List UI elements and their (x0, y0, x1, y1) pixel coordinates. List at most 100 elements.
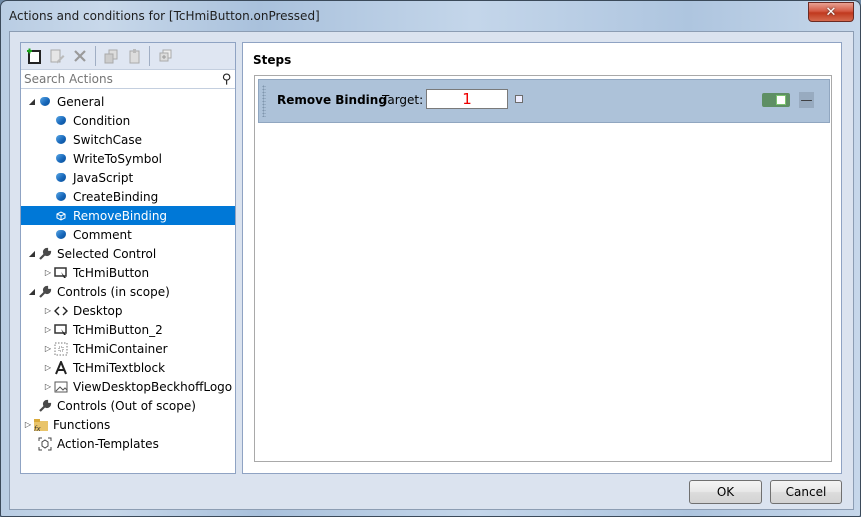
tree-item-tchmicontainer[interactable]: ▷ TcHmiContainer (21, 339, 235, 358)
tree-item-label: Comment (73, 227, 132, 242)
tree-item-label: Selected Control (57, 246, 157, 261)
tree-item-tchmibutton-2[interactable]: ▷ TcHmiButton_2 (21, 320, 235, 339)
delete-action-button[interactable] (70, 46, 90, 66)
expanded-arrow-icon[interactable]: ◢ (27, 97, 37, 106)
collapsed-arrow-icon[interactable]: ▷ (43, 382, 53, 391)
tree-item-label: General (57, 94, 105, 109)
tree-item-functions[interactable]: ▷ fx Functions (21, 415, 235, 434)
ok-button[interactable]: OK (689, 480, 762, 504)
tree-item-label: RemoveBinding (73, 208, 168, 223)
cube-icon (37, 94, 53, 110)
close-button[interactable]: ✕ (808, 2, 854, 22)
tree-item-label: SwitchCase (73, 132, 143, 147)
tree-item-controls-in-scope[interactable]: ◢ Controls (in scope) (21, 282, 235, 301)
tree-item-selected-control[interactable]: ◢ Selected Control (21, 244, 235, 263)
steps-list[interactable]: Remove Binding Target: 1 — (254, 75, 832, 462)
steps-panel: Steps Remove Binding Target: 1 — (242, 42, 842, 474)
minus-icon: — (800, 93, 813, 107)
cube-icon (53, 170, 69, 186)
target-input[interactable]: 1 (426, 89, 508, 109)
collapsed-arrow-icon[interactable]: ▷ (43, 363, 53, 372)
edit-action-icon (50, 49, 65, 64)
remove-step-button[interactable]: — (799, 92, 814, 108)
collapsed-arrow-icon[interactable]: ▷ (43, 344, 53, 353)
toolbar-separator (149, 46, 150, 66)
step-item[interactable]: Remove Binding Target: 1 — (258, 79, 830, 123)
tree-item-label: WriteToSymbol (73, 151, 163, 166)
image-icon (53, 379, 69, 395)
tree-item-javascript[interactable]: JavaScript (21, 168, 235, 187)
cube-icon (53, 189, 69, 205)
tree-item-label: JavaScript (73, 170, 134, 185)
tree-item-label: Condition (73, 113, 131, 128)
functions-folder-icon: fx (33, 417, 49, 433)
tree-item-action-templates[interactable]: Action-Templates (21, 434, 235, 453)
tree-item-writetosymbol[interactable]: WriteToSymbol (21, 149, 235, 168)
cube-icon (53, 208, 69, 224)
tree-item-label: TcHmiButton (73, 265, 150, 280)
tree-item-general[interactable]: ◢ General (21, 92, 235, 111)
tree-item-tchmitextblock[interactable]: ▷ TcHmiTextblock (21, 358, 235, 377)
title-bar[interactable]: Actions and conditions for [TcHmiButton.… (1, 1, 860, 31)
cube-icon (53, 132, 69, 148)
copy-button[interactable] (101, 46, 121, 66)
wrench-icon (37, 284, 53, 300)
tree-item-createbinding[interactable]: CreateBinding (21, 187, 235, 206)
tree-item-removebinding[interactable]: RemoveBinding (21, 206, 235, 225)
add-action-button[interactable] (24, 46, 44, 66)
tree-item-label: Functions (53, 417, 111, 432)
tree-item-label: Controls (in scope) (57, 284, 170, 299)
tree-item-comment[interactable]: Comment (21, 225, 235, 244)
toolbar-separator (95, 46, 96, 66)
container-icon (53, 341, 69, 357)
tree-item-tchmibutton[interactable]: ▷ TcHmiButton (21, 263, 235, 282)
edit-action-button[interactable] (47, 46, 67, 66)
copy-icon (104, 49, 118, 64)
search-bar: ⚲ (21, 70, 235, 89)
cancel-button[interactable]: Cancel (770, 480, 842, 504)
wrench-icon (37, 398, 53, 414)
step-enabled-toggle[interactable] (762, 93, 790, 107)
tree-item-controls-out-of-scope[interactable]: Controls (Out of scope) (21, 396, 235, 415)
button-control-icon (53, 322, 69, 338)
tree-item-label: TcHmiButton_2 (73, 322, 163, 337)
tree-item-label: Desktop (73, 303, 123, 318)
tree-item-label: CreateBinding (73, 189, 159, 204)
dialog-client: ⚲ ◢ General Condition SwitchCase WriteToSymb… (9, 31, 854, 510)
tree-item-viewdesktopbeckhofflogo[interactable]: ▷ ViewDesktopBeckhoffLogo (21, 377, 235, 396)
add-action-icon (27, 48, 41, 64)
collapsed-arrow-icon[interactable]: ▷ (23, 420, 33, 429)
tree-item-label: TcHmiTextblock (73, 360, 166, 375)
tree-item-desktop[interactable]: ▷ Desktop (21, 301, 235, 320)
dialog-window: Actions and conditions for [TcHmiButton.… (0, 0, 861, 517)
paste-icon (129, 49, 140, 64)
cube-icon (53, 113, 69, 129)
collapsed-arrow-icon[interactable]: ▷ (43, 306, 53, 315)
steps-title: Steps (253, 53, 292, 67)
code-icon (53, 303, 69, 319)
tree-item-condition[interactable]: Condition (21, 111, 235, 130)
search-input[interactable] (24, 72, 223, 86)
drag-handle[interactable] (262, 85, 266, 117)
close-icon: ✕ (825, 4, 837, 20)
duplicate-icon (159, 49, 172, 62)
window-title: Actions and conditions for [TcHmiButton.… (9, 9, 320, 23)
expanded-arrow-icon[interactable]: ◢ (27, 249, 37, 258)
tree-item-label: TcHmiContainer (73, 341, 168, 356)
cube-icon (53, 151, 69, 167)
actions-panel: ⚲ ◢ General Condition SwitchCase WriteToSymb… (20, 42, 236, 474)
search-icon[interactable]: ⚲ (222, 72, 232, 87)
delete-action-icon (74, 50, 86, 62)
tree-item-label: ViewDesktopBeckhoffLogo (73, 379, 233, 394)
collapsed-arrow-icon[interactable]: ▷ (43, 268, 53, 277)
paste-button[interactable] (124, 46, 144, 66)
collapsed-arrow-icon[interactable]: ▷ (43, 325, 53, 334)
target-option-checkbox[interactable] (515, 95, 523, 103)
actions-toolbar (21, 43, 235, 70)
duplicate-button[interactable] (155, 46, 175, 66)
toggle-knob (776, 95, 786, 105)
tree-item-label: Controls (Out of scope) (57, 398, 196, 413)
tree-item-switchcase[interactable]: SwitchCase (21, 130, 235, 149)
svg-text:fx: fx (34, 425, 41, 432)
expanded-arrow-icon[interactable]: ◢ (27, 287, 37, 296)
